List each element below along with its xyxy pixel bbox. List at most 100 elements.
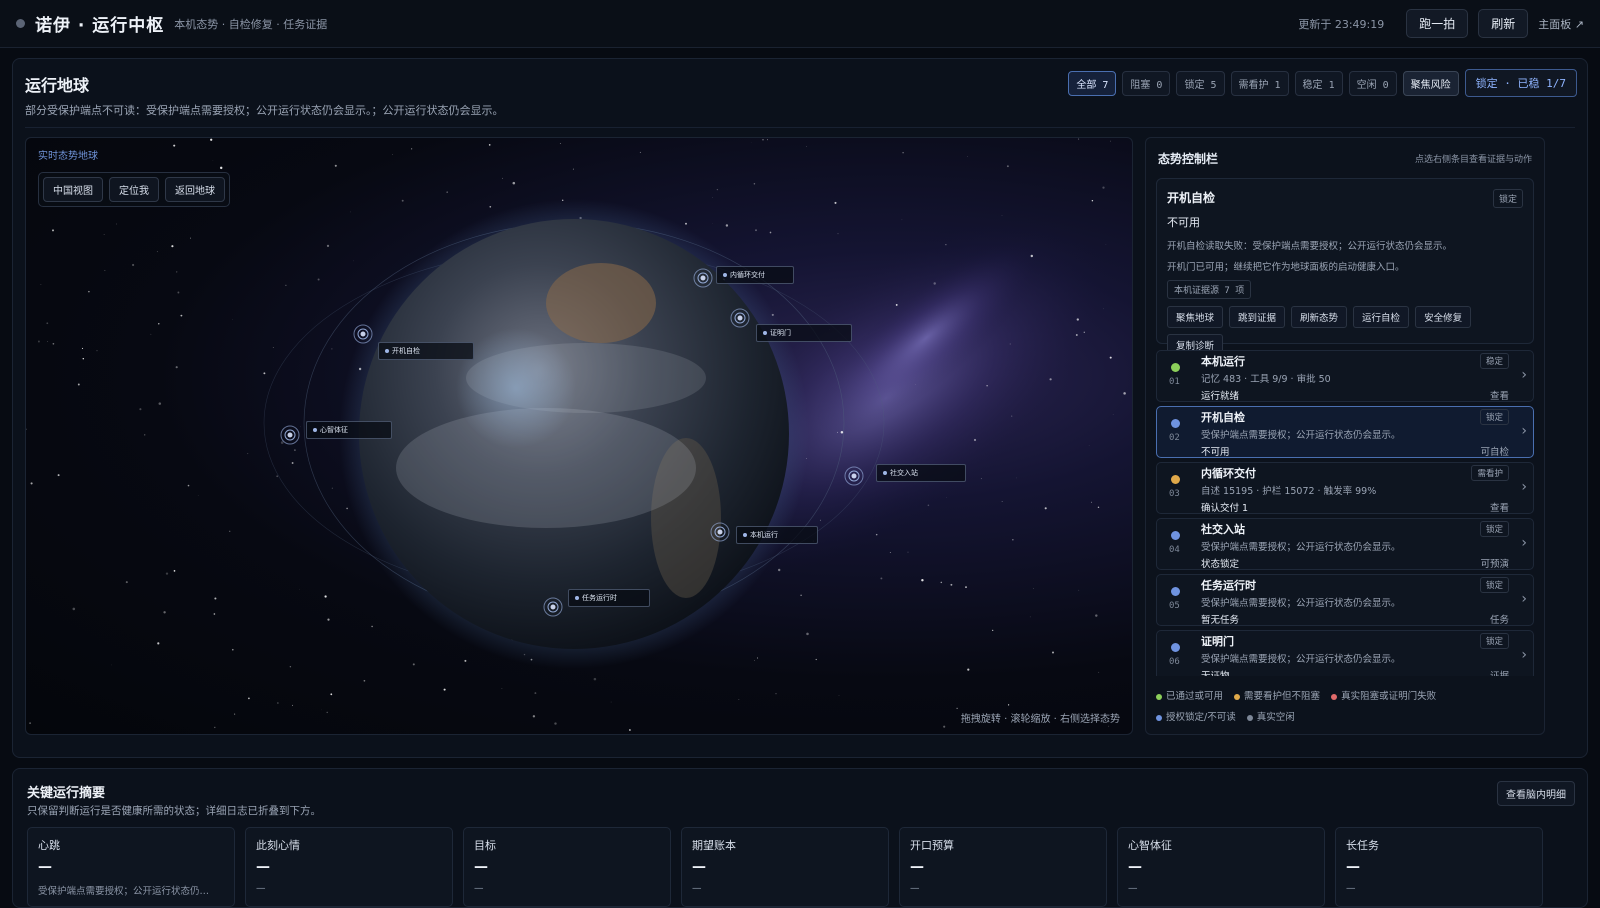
focus-risk-button[interactable]: 聚焦风险 <box>1403 71 1459 96</box>
filter-idle[interactable]: 空闲 0 <box>1349 71 1397 96</box>
star <box>950 584 952 586</box>
item-action[interactable]: 可预演 <box>1480 556 1509 570</box>
star <box>47 341 48 342</box>
star <box>1098 672 1099 673</box>
item-action[interactable]: 任务 <box>1490 612 1509 626</box>
star <box>1016 478 1017 479</box>
filter-bar: 全部 7 阻塞 0 锁定 5 需看护 1 稳定 1 空闲 0 聚焦风险 锁定 ·… <box>1068 69 1577 97</box>
list-item[interactable]: 03 内循环交付 需看护 自述 15195 · 护栏 15072 · 触发率 9… <box>1156 462 1534 514</box>
filter-needs-care[interactable]: 需看护 1 <box>1231 71 1289 96</box>
node-label-boot-check[interactable]: 开机自检 <box>378 342 474 360</box>
item-state: 运行就绪 <box>1201 388 1239 402</box>
item-badge: 锁定 <box>1480 521 1509 537</box>
metric-card-goal[interactable]: 目标—— <box>463 827 671 907</box>
node-marker-icon[interactable] <box>852 474 857 479</box>
summary-title: 关键运行摘要 <box>27 782 105 801</box>
filter-all[interactable]: 全部 7 <box>1068 71 1116 96</box>
metric-card-long-task[interactable]: 长任务—— <box>1335 827 1543 907</box>
star <box>1110 141 1111 142</box>
run-self-check-button[interactable]: 运行自检 <box>1353 306 1409 328</box>
metric-card-mind-vitals[interactable]: 心智体征—— <box>1117 827 1325 907</box>
locate-me-button[interactable]: 定位我 <box>109 177 159 202</box>
star <box>1033 588 1034 589</box>
list-item[interactable]: 04 社交入站 锁定 受保护端点需要授权；公开运行状态仍会显示。 状态锁定 可预… <box>1156 518 1534 570</box>
star <box>834 202 836 204</box>
node-label-social-inbound[interactable]: 社交入站 <box>876 464 966 482</box>
detail-actions: 聚焦地球 跳到证据 刷新态势 运行自检 安全修复 复制诊断 <box>1167 306 1523 356</box>
item-badge: 锁定 <box>1480 409 1509 425</box>
star <box>229 531 230 532</box>
star <box>220 167 222 169</box>
star <box>986 385 987 386</box>
legend-dot-icon <box>1331 694 1337 700</box>
filter-stable[interactable]: 稳定 1 <box>1295 71 1343 96</box>
star <box>171 245 173 247</box>
star <box>413 663 415 665</box>
item-summary: 受保护端点需要授权；公开运行状态仍会显示。 <box>1201 539 1401 553</box>
star <box>132 264 134 266</box>
star <box>778 569 780 571</box>
star <box>560 143 561 144</box>
item-action[interactable]: 查看 <box>1490 388 1509 402</box>
star <box>1092 200 1093 201</box>
metric-card-mood[interactable]: 此刻心情—— <box>245 827 453 907</box>
star <box>754 183 756 185</box>
star <box>554 722 556 724</box>
node-label-task-runtime[interactable]: 任务运行时 <box>568 589 650 607</box>
list-item[interactable]: 05 任务运行时 锁定 受保护端点需要授权；公开运行状态仍会显示。 暂无任务 任… <box>1156 574 1534 626</box>
star <box>213 160 214 161</box>
globe-viewport[interactable]: 实时态势地球 中国视图 定位我 返回地球 开机自检 内循环交付 证明门 心智体征… <box>25 137 1133 735</box>
filter-blocked[interactable]: 阻塞 0 <box>1122 71 1170 96</box>
list-item[interactable]: 06 证明门 锁定 受保护端点需要授权；公开运行状态仍会显示。 无证物 证据 › <box>1156 630 1534 676</box>
star <box>837 432 838 433</box>
focus-globe-button[interactable]: 聚焦地球 <box>1167 306 1223 328</box>
node-label-inner-loop[interactable]: 内循环交付 <box>716 266 794 284</box>
star <box>1103 308 1104 309</box>
item-action[interactable]: 查看 <box>1490 500 1509 514</box>
legend-item: 授权锁定/不可读 <box>1156 707 1236 728</box>
chevron-right-icon: › <box>1521 423 1527 439</box>
list-item[interactable]: 01 本机运行 稳定 记忆 483 · 工具 9/9 · 审批 50 运行就绪 … <box>1156 350 1534 402</box>
node-marker-icon[interactable] <box>361 332 366 337</box>
status-dot-icon <box>1171 643 1180 652</box>
node-marker-icon[interactable] <box>701 276 706 281</box>
node-marker-icon[interactable] <box>738 316 743 321</box>
jump-evidence-button[interactable]: 跳到证据 <box>1229 306 1285 328</box>
star <box>757 658 758 659</box>
item-action[interactable]: 可自检 <box>1480 444 1509 458</box>
refresh-situation-button[interactable]: 刷新态势 <box>1291 306 1347 328</box>
star <box>330 693 332 695</box>
star <box>992 630 993 631</box>
filter-locked[interactable]: 锁定 5 <box>1176 71 1224 96</box>
node-marker-icon[interactable] <box>718 530 723 535</box>
safe-repair-button[interactable]: 安全修复 <box>1415 306 1471 328</box>
list-item-selected[interactable]: 02 开机自检 锁定 受保护端点需要授权；公开运行状态仍会显示。 不可用 可自检… <box>1156 406 1534 458</box>
metric-card-speak-budget[interactable]: 开口预算—— <box>899 827 1107 907</box>
main-panel-link[interactable]: 主面板 ↗ <box>1538 16 1584 32</box>
star <box>945 244 946 245</box>
star <box>928 505 930 507</box>
node-marker-icon[interactable] <box>551 605 556 610</box>
star <box>1002 501 1003 502</box>
item-action[interactable]: 证据 <box>1490 668 1509 676</box>
item-title: 内循环交付 <box>1201 465 1256 481</box>
node-marker-icon[interactable] <box>288 433 293 438</box>
metric-card-expectation-ledger[interactable]: 期望账本—— <box>681 827 889 907</box>
view-brain-details-button[interactable]: 查看脑内明细 <box>1497 781 1575 806</box>
refresh-button[interactable]: 刷新 <box>1478 9 1528 38</box>
node-label-proof-gate[interactable]: 证明门 <box>756 324 852 342</box>
china-view-button[interactable]: 中国视图 <box>43 177 103 202</box>
back-to-earth-button[interactable]: 返回地球 <box>165 177 225 202</box>
item-state: 暂无任务 <box>1201 612 1239 626</box>
star <box>1045 507 1047 509</box>
star <box>176 271 177 272</box>
lock-status-button[interactable]: 锁定 · 已稳 1/7 <box>1465 69 1577 97</box>
node-label-mind-vitals[interactable]: 心智体征 <box>306 421 392 439</box>
star <box>346 508 348 510</box>
star <box>324 595 326 597</box>
run-tick-button[interactable]: 跑一拍 <box>1406 9 1468 38</box>
detail-status-badge: 锁定 <box>1493 189 1523 208</box>
metric-card-heartbeat[interactable]: 心跳—受保护端点需要授权；公开运行状态仍… <box>27 827 235 907</box>
node-label-local-runtime[interactable]: 本机运行 <box>736 526 818 544</box>
star <box>157 642 159 644</box>
